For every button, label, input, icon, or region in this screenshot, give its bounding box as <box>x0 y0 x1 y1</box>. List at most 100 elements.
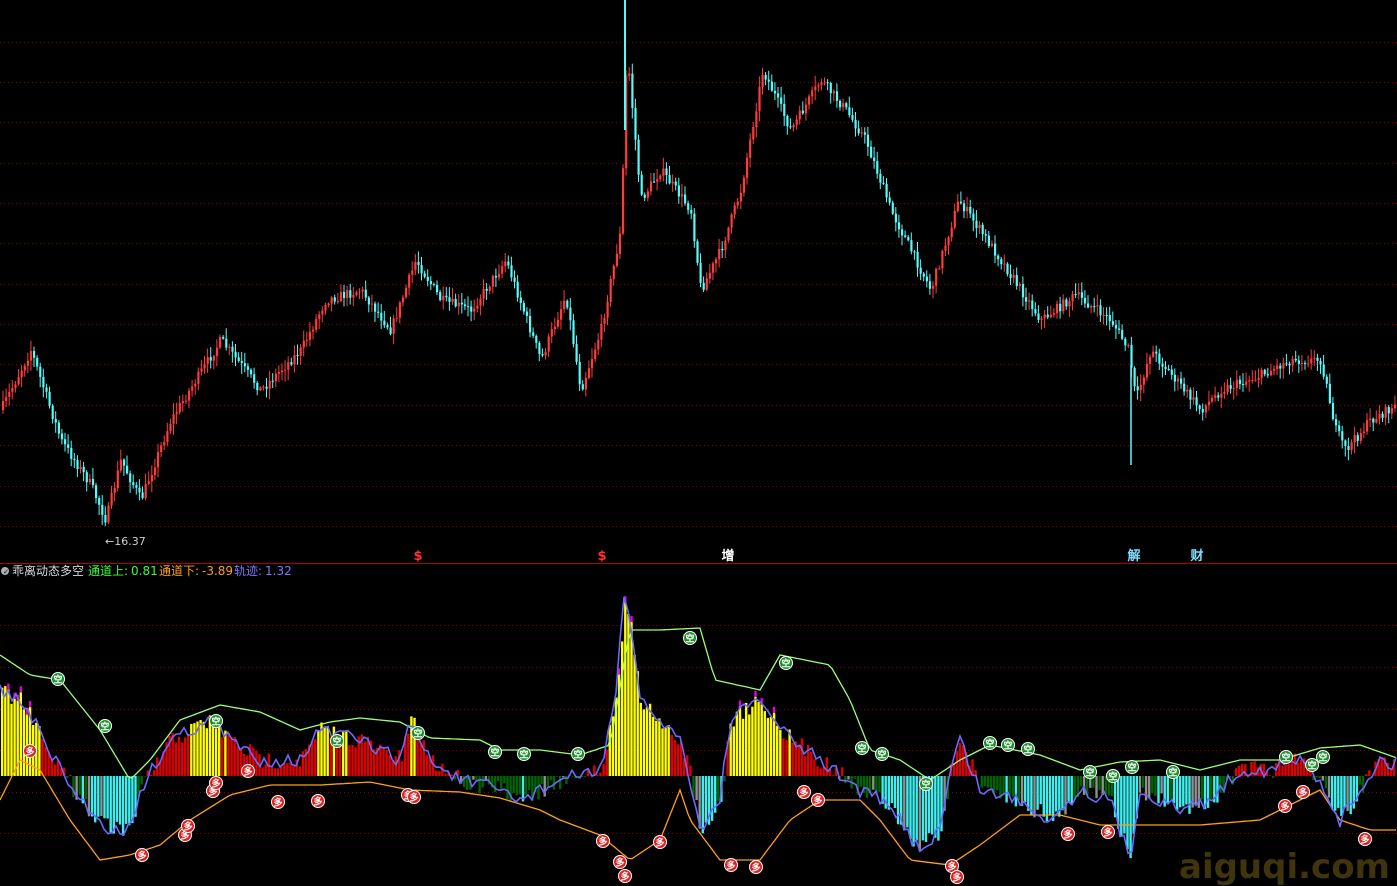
candle-body <box>1211 397 1214 402</box>
candle-body <box>408 274 411 288</box>
candle-body <box>944 245 947 251</box>
indicator-bar <box>1011 776 1014 797</box>
candle-body <box>513 277 516 282</box>
candle-body <box>36 357 39 367</box>
candle-body <box>1065 299 1068 307</box>
candle-body <box>253 374 256 383</box>
candle-body <box>628 73 631 76</box>
candle-body <box>643 194 646 198</box>
indicator-bar <box>1296 762 1300 776</box>
candle-body <box>445 295 448 298</box>
signal-marker-label: 空 <box>211 716 220 728</box>
signal-marker-label: 多 <box>620 871 629 883</box>
indicator-bar <box>1287 763 1290 776</box>
indicator-bar <box>121 776 125 836</box>
candle-body <box>969 206 972 214</box>
indicator-bar <box>810 751 813 776</box>
indicator-bar <box>937 776 940 841</box>
candle-body <box>789 126 792 128</box>
indicator-bar <box>1389 769 1393 776</box>
indicator-bar <box>283 763 286 776</box>
candle-body <box>420 264 423 274</box>
candle-body <box>603 317 606 324</box>
candle-body <box>436 284 439 293</box>
indicator-bar <box>676 744 680 776</box>
candle-body <box>339 291 343 302</box>
indicator-bar <box>1358 776 1362 785</box>
candle-body <box>333 297 336 302</box>
candle-body <box>839 100 842 108</box>
candle-body <box>488 286 491 291</box>
candle-body <box>953 210 956 228</box>
indicator-bar <box>518 776 522 795</box>
candle-body <box>129 473 132 483</box>
candle-body <box>795 119 798 125</box>
indicator-bar <box>825 757 828 776</box>
indicator-bar <box>230 737 233 776</box>
candle-body <box>1331 402 1335 420</box>
indicator-bar <box>624 602 627 776</box>
signal-marker-label: 空 <box>1127 762 1136 774</box>
indicator-bar <box>425 754 429 776</box>
candle-body <box>634 108 637 140</box>
candle-body <box>987 235 990 246</box>
candle-body <box>817 85 820 87</box>
candle-body <box>392 318 395 334</box>
legend-upper-value: 0.81 <box>131 564 158 578</box>
indicator-bar <box>989 776 993 789</box>
signal-marker-label: 空 <box>413 728 422 740</box>
indicator-bar <box>1234 768 1238 776</box>
candle-body <box>1198 405 1201 409</box>
candle-body <box>175 412 178 415</box>
candle-body <box>876 161 879 174</box>
indicator-bar <box>385 749 388 776</box>
candle-body <box>693 213 696 242</box>
indicator-bar <box>1179 776 1182 808</box>
indicator-bar <box>1036 776 1039 810</box>
indicator-bar <box>472 776 475 780</box>
candle-body <box>925 276 928 282</box>
indicator-bar <box>140 776 143 785</box>
candle-body <box>1096 305 1099 307</box>
candle-body <box>1381 413 1384 418</box>
indicator-bar <box>710 776 714 821</box>
candle-body <box>1130 344 1133 368</box>
signal-marker-label: 多 <box>273 797 282 809</box>
candle-body <box>832 91 835 94</box>
indicator-bar <box>934 776 937 838</box>
indicator-bar <box>1368 770 1371 776</box>
signal-marker-label: 多 <box>655 837 664 849</box>
candle-body <box>296 355 299 357</box>
candle-body <box>88 478 91 483</box>
candle-body <box>584 377 587 390</box>
candle-body <box>550 329 553 337</box>
candle-body <box>191 386 194 391</box>
candle-body <box>702 282 705 290</box>
indicator-bar <box>571 776 574 777</box>
indicator-bar <box>345 730 348 776</box>
candle-body <box>1223 392 1226 394</box>
indicator-bar <box>13 698 16 776</box>
candle-body <box>1235 379 1238 389</box>
indicator-bar <box>912 776 915 847</box>
candle-body <box>1127 344 1130 346</box>
indicator-bar <box>106 776 109 819</box>
candle-body <box>23 365 26 371</box>
candle-body <box>324 304 327 311</box>
svg-text:✓: ✓ <box>3 568 9 576</box>
indicator-bar <box>273 768 277 776</box>
candle-body <box>157 452 160 468</box>
signal-marker-label: 多 <box>1298 787 1307 799</box>
candle-body <box>978 224 981 229</box>
candle-body <box>1338 425 1341 432</box>
indicator-bar <box>400 761 404 776</box>
candle-body <box>110 493 113 506</box>
indicator-bar <box>1148 776 1151 799</box>
indicator-bar <box>1048 776 1052 816</box>
indicator-bar <box>630 621 633 776</box>
indicator-bar <box>149 774 153 776</box>
indicator-bar <box>84 776 88 800</box>
indicator-bar <box>605 749 608 776</box>
candle-body <box>687 203 690 211</box>
indicator-bar <box>983 776 987 787</box>
